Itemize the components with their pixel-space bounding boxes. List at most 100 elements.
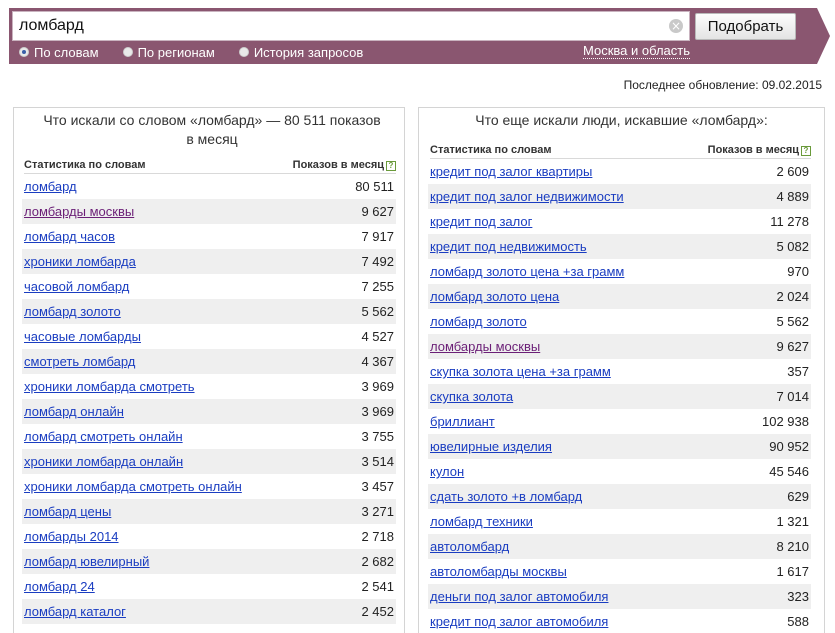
table-row: кулон 45 546 <box>428 459 811 484</box>
search-input[interactable] <box>19 15 659 37</box>
keyword-link[interactable]: смотреть ломбард <box>24 354 135 369</box>
table-row: ломбард часов 7 917 <box>22 224 396 249</box>
table-row: ломбард техники 1 321 <box>428 509 811 534</box>
keyword-link[interactable]: ломбард смотреть онлайн <box>24 429 183 444</box>
impressions-count: 2 609 <box>776 164 809 179</box>
table-row: хроники ломбарда онлайн 3 514 <box>22 449 396 474</box>
impressions-count: 1 321 <box>776 514 809 529</box>
search-bar: × Подобрать По словам По регионам Истори… <box>9 8 830 64</box>
keyword-link[interactable]: ломбард золото <box>430 314 527 329</box>
table-row: ломбард ювелирный 2 682 <box>22 549 396 574</box>
table-row: ломбард 24 2 541 <box>22 574 396 599</box>
mode-label: По словам <box>34 44 99 60</box>
keyword-link[interactable]: ломбард каталог <box>24 604 126 619</box>
impressions-count: 2 452 <box>361 604 394 619</box>
keyword-link[interactable]: автоломбард <box>430 539 509 554</box>
table-row: ломбард цены 3 271 <box>22 499 396 524</box>
column-header-impressions: Показов в месяц? <box>708 144 811 156</box>
keyword-link[interactable]: хроники ломбарда <box>24 254 136 269</box>
search-bar-arrow <box>817 8 830 64</box>
right-table-body: кредит под залог квартиры 2 609 кредит под… <box>428 159 811 633</box>
table-row: ломбард каталог 2 452 <box>22 599 396 624</box>
keyword-link[interactable]: ломбард золото <box>24 304 121 319</box>
table-row: ломбард золото 5 562 <box>428 309 811 334</box>
help-icon[interactable]: ? <box>386 160 396 171</box>
keyword-link[interactable]: деньги под залог автомобиля <box>430 589 608 604</box>
table-row: автоломбард 8 210 <box>428 534 811 559</box>
radio-icon[interactable] <box>238 47 249 57</box>
right-panel: Что еще искали люди, искавшие «ломбард»:… <box>418 107 825 633</box>
mode-label: История запросов <box>253 44 364 60</box>
keyword-link[interactable]: ломбард ювелирный <box>24 554 149 569</box>
radio-icon[interactable] <box>122 47 133 57</box>
keyword-link[interactable]: хроники ломбарда онлайн <box>24 454 183 469</box>
impressions-count: 5 562 <box>361 304 394 319</box>
clear-icon[interactable]: × <box>669 19 683 33</box>
table-row: ломбарды 2014 2 718 <box>22 524 396 549</box>
region-link[interactable]: Москва и область <box>583 43 691 59</box>
table-row: кредит под недвижимость 5 082 <box>428 234 811 259</box>
keyword-link[interactable]: ломбард 24 <box>24 579 95 594</box>
table-row: кредит под залог квартиры 2 609 <box>428 159 811 184</box>
table-row: ломбард смотреть онлайн 3 755 <box>22 424 396 449</box>
keyword-link[interactable]: кредит под залог <box>430 214 532 229</box>
keyword-link[interactable]: ломбард онлайн <box>24 404 124 419</box>
radio-icon[interactable] <box>19 47 29 57</box>
mode-by-regions[interactable]: По регионам <box>122 45 215 60</box>
impressions-count: 3 457 <box>361 479 394 494</box>
help-icon[interactable]: ? <box>801 145 811 156</box>
keyword-link[interactable]: хроники ломбарда смотреть онлайн <box>24 479 242 494</box>
impressions-count: 3 969 <box>361 404 394 419</box>
keyword-link[interactable]: ломбард цены <box>24 504 111 519</box>
keyword-link[interactable]: кредит под недвижимость <box>430 239 587 254</box>
keyword-link[interactable]: бриллиант <box>430 414 495 429</box>
impressions-count: 7 014 <box>776 389 809 404</box>
keyword-link[interactable]: ломбард золото цена +за грамм <box>430 264 624 279</box>
impressions-count: 8 210 <box>776 539 809 554</box>
impressions-count: 3 755 <box>361 429 394 444</box>
keyword-link[interactable]: автоломбарды москвы <box>430 564 567 579</box>
right-table-header: Статистика по словам Показов в месяц? <box>430 141 811 159</box>
pick-button[interactable]: Подобрать <box>695 13 796 40</box>
mode-by-words[interactable]: По словам <box>19 45 99 60</box>
impressions-count: 1 617 <box>776 564 809 579</box>
keyword-link[interactable]: кредит под залог автомобиля <box>430 614 608 629</box>
keyword-link[interactable]: ломбард золото цена <box>430 289 559 304</box>
keyword-link[interactable]: ломбард <box>24 179 77 194</box>
impressions-count: 3 969 <box>361 379 394 394</box>
right-panel-title: Что еще искали люди, искавшие «ломбард»: <box>475 112 768 128</box>
keyword-link[interactable]: скупка золота цена +за грамм <box>430 364 611 379</box>
table-row: часовой ломбард 7 255 <box>22 274 396 299</box>
keyword-link[interactable]: сдать золото +в ломбард <box>430 489 582 504</box>
keyword-link[interactable]: ломбарды москвы <box>430 339 540 354</box>
table-row: ювелирные изделия 90 952 <box>428 434 811 459</box>
keyword-link[interactable]: кредит под залог квартиры <box>430 164 592 179</box>
impressions-count: 45 546 <box>769 464 809 479</box>
keyword-link[interactable]: кулон <box>430 464 464 479</box>
mode-history[interactable]: История запросов <box>238 44 364 60</box>
keyword-link[interactable]: хроники ломбарда смотреть <box>24 379 195 394</box>
impressions-count: 357 <box>787 364 809 379</box>
column-header-impressions: Показов в месяц? <box>293 159 396 171</box>
keyword-link[interactable]: ломбарды москвы <box>24 204 134 219</box>
impressions-count: 9 627 <box>361 204 394 219</box>
keyword-link[interactable]: ломбард техники <box>430 514 533 529</box>
keyword-link[interactable]: ломбарды 2014 <box>24 529 119 544</box>
left-panel-title: Что искали со словом «ломбард» — 80 511 … <box>43 112 381 147</box>
keyword-link[interactable]: часовые ломбарды <box>24 329 141 344</box>
impressions-count: 323 <box>787 589 809 604</box>
table-row: хроники ломбарда 7 492 <box>22 249 396 274</box>
column-header-keywords: Статистика по словам <box>430 143 552 156</box>
impressions-count: 90 952 <box>769 439 809 454</box>
table-row: бриллиант 102 938 <box>428 409 811 434</box>
table-row: кредит под залог 11 278 <box>428 209 811 234</box>
keyword-link[interactable]: кредит под залог недвижимости <box>430 189 624 204</box>
search-field[interactable]: × <box>12 11 690 41</box>
keyword-link[interactable]: часовой ломбард <box>24 279 129 294</box>
last-updated: Последнее обновление: 09.02.2015 <box>623 78 822 92</box>
keyword-link[interactable]: скупка золота <box>430 389 513 404</box>
table-row: ломбард 80 511 <box>22 174 396 199</box>
keyword-link[interactable]: ломбард часов <box>24 229 115 244</box>
table-row: ломбарды москвы 9 627 <box>22 199 396 224</box>
keyword-link[interactable]: ювелирные изделия <box>430 439 552 454</box>
